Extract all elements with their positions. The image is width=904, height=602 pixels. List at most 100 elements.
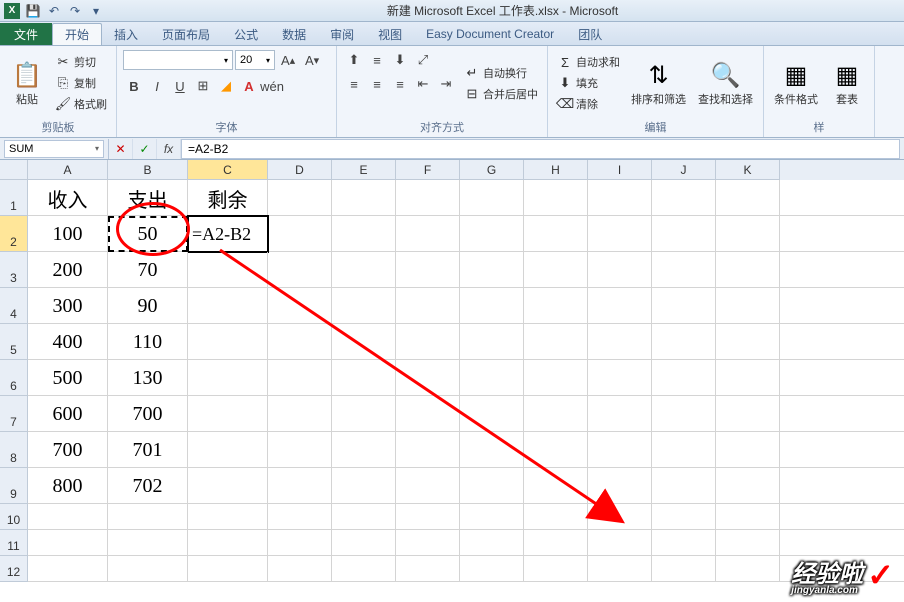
undo-icon[interactable]: ↶ [45,2,63,20]
underline-button[interactable]: U [169,75,191,97]
clear-button[interactable]: ⌫清除 [554,94,623,114]
column-header-E[interactable]: E [332,160,396,180]
row-header-11[interactable]: 11 [0,530,28,556]
column-header-I[interactable]: I [588,160,652,180]
cell-B2[interactable]: 50 [108,216,188,252]
cell-I9[interactable] [588,468,652,504]
cell-J11[interactable] [652,530,716,556]
cell-B7[interactable]: 700 [108,396,188,432]
cell-K9[interactable] [716,468,780,504]
cells-area[interactable]: 收入支出剩余10050=A2-B220070300904001105001306… [28,180,904,602]
cell-G11[interactable] [460,530,524,556]
phonetic-button[interactable]: wén [261,75,283,97]
tab-layout[interactable]: 页面布局 [150,23,222,45]
increase-font-icon[interactable]: A▴ [277,49,299,71]
align-top-icon[interactable]: ⬆ [343,49,365,71]
cell-J6[interactable] [652,360,716,396]
row-header-2[interactable]: 2 [0,216,28,252]
tab-insert[interactable]: 插入 [102,23,150,45]
cell-F11[interactable] [396,530,460,556]
column-header-K[interactable]: K [716,160,780,180]
cell-K7[interactable] [716,396,780,432]
tab-home[interactable]: 开始 [52,23,102,45]
accept-formula-button[interactable]: ✓ [133,139,157,159]
cell-D8[interactable] [268,432,332,468]
select-all-corner[interactable] [0,160,28,180]
font-color-button[interactable]: A [238,75,260,97]
cell-D3[interactable] [268,252,332,288]
cell-B11[interactable] [108,530,188,556]
fill-color-button[interactable]: ◢ [215,75,237,97]
column-header-G[interactable]: G [460,160,524,180]
cell-B12[interactable] [108,556,188,582]
cell-J1[interactable] [652,180,716,216]
formula-input[interactable]: =A2-B2 [181,139,900,159]
cell-A4[interactable]: 300 [28,288,108,324]
cell-G5[interactable] [460,324,524,360]
cell-I5[interactable] [588,324,652,360]
row-header-12[interactable]: 12 [0,556,28,582]
cell-K4[interactable] [716,288,780,324]
cell-F4[interactable] [396,288,460,324]
cell-E4[interactable] [332,288,396,324]
cell-C4[interactable] [188,288,268,324]
cell-A3[interactable]: 200 [28,252,108,288]
cell-E12[interactable] [332,556,396,582]
copy-button[interactable]: ⎘复制 [52,73,110,93]
wrap-text-button[interactable]: ↵自动换行 [461,63,541,83]
cell-C6[interactable] [188,360,268,396]
cell-H3[interactable] [524,252,588,288]
border-button[interactable]: ⊞ [192,75,214,97]
cell-I8[interactable] [588,432,652,468]
cell-A1[interactable]: 收入 [28,180,108,216]
format-painter-button[interactable]: 🖌格式刷 [52,94,110,114]
cell-C1[interactable]: 剩余 [188,180,268,216]
cell-I2[interactable] [588,216,652,252]
cell-K5[interactable] [716,324,780,360]
cell-A6[interactable]: 500 [28,360,108,396]
cell-G1[interactable] [460,180,524,216]
orientation-icon[interactable]: ⤢ [412,49,434,71]
cell-D7[interactable] [268,396,332,432]
cell-G2[interactable] [460,216,524,252]
row-header-5[interactable]: 5 [0,324,28,360]
cell-A9[interactable]: 800 [28,468,108,504]
cell-F3[interactable] [396,252,460,288]
column-header-J[interactable]: J [652,160,716,180]
cell-B1[interactable]: 支出 [108,180,188,216]
cell-E8[interactable] [332,432,396,468]
cell-K3[interactable] [716,252,780,288]
file-tab[interactable]: 文件 [0,23,52,45]
cell-C11[interactable] [188,530,268,556]
fill-button[interactable]: ⬇填充 [554,73,623,93]
cell-C7[interactable] [188,396,268,432]
cell-G4[interactable] [460,288,524,324]
cell-H5[interactable] [524,324,588,360]
cell-F1[interactable] [396,180,460,216]
cell-K1[interactable] [716,180,780,216]
cell-D4[interactable] [268,288,332,324]
tab-view[interactable]: 视图 [366,23,414,45]
column-header-B[interactable]: B [108,160,188,180]
cell-E2[interactable] [332,216,396,252]
cell-D1[interactable] [268,180,332,216]
cell-D11[interactable] [268,530,332,556]
cell-D6[interactable] [268,360,332,396]
row-header-7[interactable]: 7 [0,396,28,432]
tab-review[interactable]: 审阅 [318,23,366,45]
qat-dropdown-icon[interactable]: ▾ [87,2,105,20]
cell-D5[interactable] [268,324,332,360]
cell-D12[interactable] [268,556,332,582]
cell-I1[interactable] [588,180,652,216]
cell-E6[interactable] [332,360,396,396]
cell-J9[interactable] [652,468,716,504]
cell-G12[interactable] [460,556,524,582]
italic-button[interactable]: I [146,75,168,97]
cell-A11[interactable] [28,530,108,556]
cell-B5[interactable]: 110 [108,324,188,360]
name-box-dropdown-icon[interactable]: ▾ [95,144,99,153]
font-size-combo[interactable]: 20▾ [235,50,275,70]
cut-button[interactable]: ✂剪切 [52,52,110,72]
cell-J3[interactable] [652,252,716,288]
merge-center-button[interactable]: ⊟合并后居中 [461,84,541,104]
